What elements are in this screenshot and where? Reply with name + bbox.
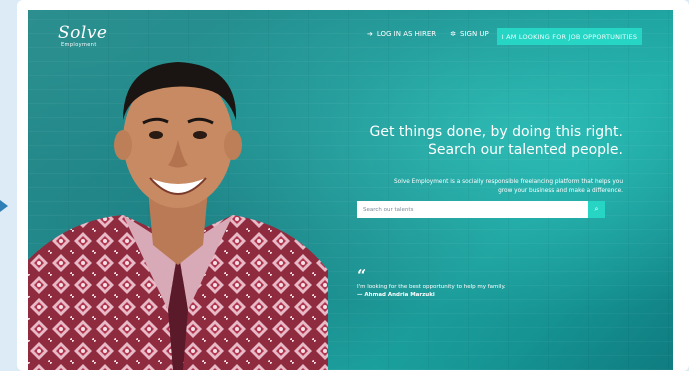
top-nav: ➔ LOG IN AS HIRER ✲ SIGN UP [367,30,503,38]
brand-name: Solve [58,23,108,43]
login-icon: ➔ [367,30,373,38]
login-hirer-link[interactable]: ➔ LOG IN AS HIRER [367,30,436,38]
headline-line-2: Search our talented people. [428,142,623,158]
gear-icon: ✲ [450,30,457,38]
login-hirer-label: LOG IN AS HIRER [376,30,437,38]
brand-logo[interactable]: Solve Employment [58,24,107,48]
testimonial-text: I'm looking for the best opportunity to … [357,284,506,290]
description-line-1: Solve Employment is a socially responsib… [393,179,623,185]
description-line-2: grow your business and make a difference… [498,188,623,194]
left-pointer-icon [0,200,8,212]
talent-search-bar: ⌕ [357,201,605,218]
talent-search-input[interactable] [357,201,588,218]
hero-description: Solve Employment is a socially responsib… [373,178,623,196]
signup-label: SIGN UP [460,30,489,38]
signup-link[interactable]: ✲ SIGN UP [450,30,489,38]
hero-headline: Get things done, by doing this right. Se… [369,123,623,159]
job-opportunities-button[interactable]: I AM LOOKING FOR JOB OPPORTUNITIES [497,28,642,45]
testimonial: “ I'm looking for the best opportunity t… [357,266,506,299]
headline-line-1: Get things done, by doing this right. [369,124,623,140]
testimonial-author: — Ahmad Andria Marzuki [357,292,435,298]
search-button[interactable]: ⌕ [588,201,605,218]
job-opportunities-label: I AM LOOKING FOR JOB OPPORTUNITIES [501,32,638,41]
search-icon: ⌕ [594,205,599,213]
quote-icon: “ [357,266,367,285]
hero-person-image [28,62,328,370]
